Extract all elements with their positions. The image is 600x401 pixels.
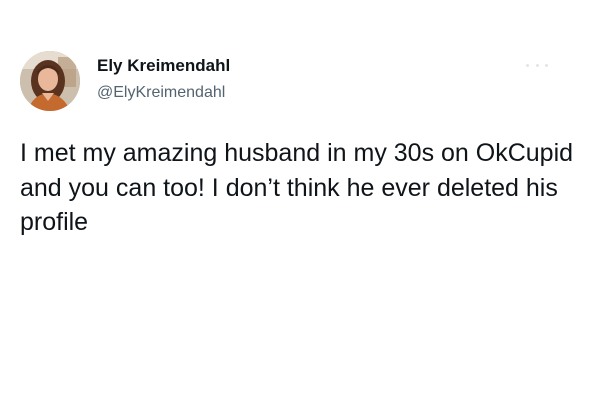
tweet-card: Ely Kreimendahl @ElyKreimendahl I met my… — [0, 0, 600, 401]
tweet-text: I met my amazing husband in my 30s on Ok… — [20, 139, 574, 236]
dot — [545, 63, 548, 67]
dot — [526, 63, 529, 67]
profile-photo-icon — [20, 51, 80, 111]
display-name[interactable]: Ely Kreimendahl — [97, 56, 230, 76]
dot — [535, 63, 539, 67]
avatar[interactable] — [20, 51, 80, 111]
user-handle[interactable]: @ElyKreimendahl — [97, 84, 225, 102]
more-options-icon[interactable] — [526, 60, 548, 70]
